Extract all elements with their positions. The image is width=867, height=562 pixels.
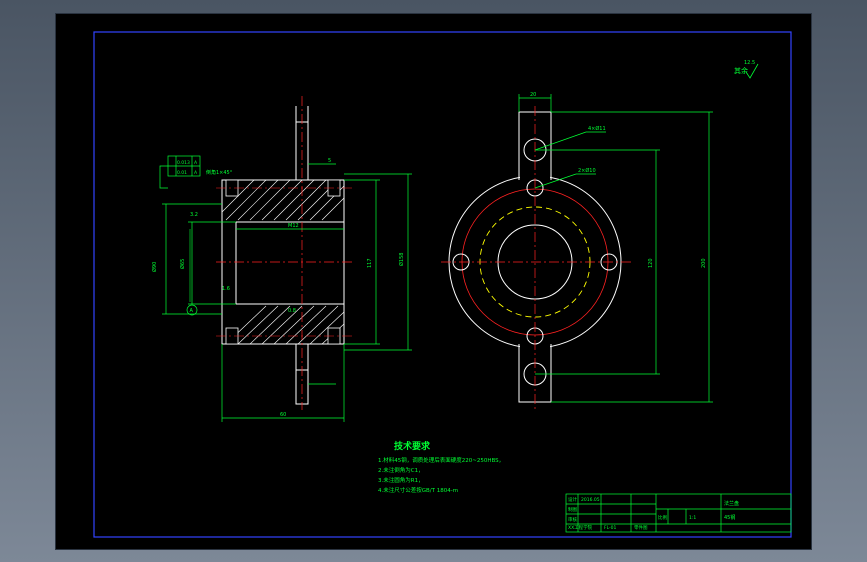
tb-check-label: 审核 [568, 516, 577, 523]
tb-remark: 零件图 [634, 524, 648, 531]
dim-height-total: 200 [701, 258, 707, 268]
roughness-note-value: 12.5 [744, 60, 755, 66]
roughness-c: 0.8 [288, 308, 296, 314]
tolerance-datum-2: A [194, 170, 198, 176]
drawing-canvas: 其余 12.5 Ø90 Ø65 117 Ø158 60 5 M12 3.2 1.… [93, 31, 792, 538]
tolerance-value-1: 0.013 [177, 160, 190, 166]
note-item-3: 3.未注圆角为R1， [378, 476, 424, 484]
note-item-2: 2.未注倒角为C1， [378, 466, 424, 474]
cad-viewport[interactable]: 其余 12.5 Ø90 Ø65 117 Ø158 60 5 M12 3.2 1.… [55, 13, 812, 550]
dim-height-inner: 117 [367, 258, 373, 268]
section-dim-labels: Ø90 Ø65 117 Ø158 60 5 M12 3.2 1.6 0.8 倒角… [151, 158, 405, 418]
tb-school: XX工程学院 [568, 524, 593, 531]
title-block-text: 设计 2016.05 制图 审核 XX工程学院 FL-01 零件图 比例 1:1… [568, 496, 739, 531]
datum-label: A [190, 308, 194, 314]
dim-bore-large: Ø65 [179, 259, 186, 269]
dim-hole-a: 4×Ø11 [588, 125, 606, 132]
title-block [565, 493, 792, 533]
dim-top-width: 20 [530, 92, 536, 98]
tb-part-name: 法兰盘 [724, 500, 739, 507]
roughness-note-label: 其余 [734, 66, 748, 75]
dim-width: 60 [280, 412, 286, 418]
roughness-b: 1.6 [222, 286, 230, 292]
note-item-1: 1.材料45钢，调质处理后表面硬度220~250HBS， [378, 456, 504, 464]
front-view [441, 106, 631, 412]
front-dimensions [518, 94, 713, 403]
roughness-note: 其余 12.5 [734, 60, 759, 79]
tb-drawing-no: FL-01 [604, 525, 617, 531]
tb-date: 2016.05 [581, 497, 600, 503]
tb-scale-label: 比例 [658, 514, 667, 521]
dim-bore-small: Ø90 [151, 262, 158, 272]
tb-material: 45钢 [724, 514, 735, 521]
tolerance-datum-1: A [194, 160, 198, 166]
tb-scale: 1:1 [689, 515, 696, 521]
dim-hole-b: 2×Ø10 [578, 167, 596, 174]
dim-height-mid: 120 [648, 258, 654, 268]
dim-height-outer: Ø158 [398, 253, 405, 266]
note-item-4: 4.未注尺寸公差按GB/T 1804-m [378, 486, 458, 494]
tb-drawn-label: 制图 [568, 506, 577, 513]
roughness-a: 3.2 [190, 212, 198, 218]
technical-notes: 技术要求 1.材料45钢，调质处理后表面硬度220~250HBS， 2.未注倒角… [378, 440, 504, 494]
tb-designer-label: 设计 [568, 496, 577, 503]
tolerance-value-2: 0.01 [177, 170, 187, 176]
dim-chamfer: 倒角1×45° [206, 169, 233, 176]
tolerance-frame: 0.013 A 0.01 A [159, 155, 201, 189]
dim-top-flange: 5 [328, 158, 331, 164]
section-view [216, 96, 352, 410]
notes-title: 技术要求 [394, 440, 431, 452]
dim-thread: M12 [288, 223, 299, 229]
section-dimensions [162, 163, 412, 422]
